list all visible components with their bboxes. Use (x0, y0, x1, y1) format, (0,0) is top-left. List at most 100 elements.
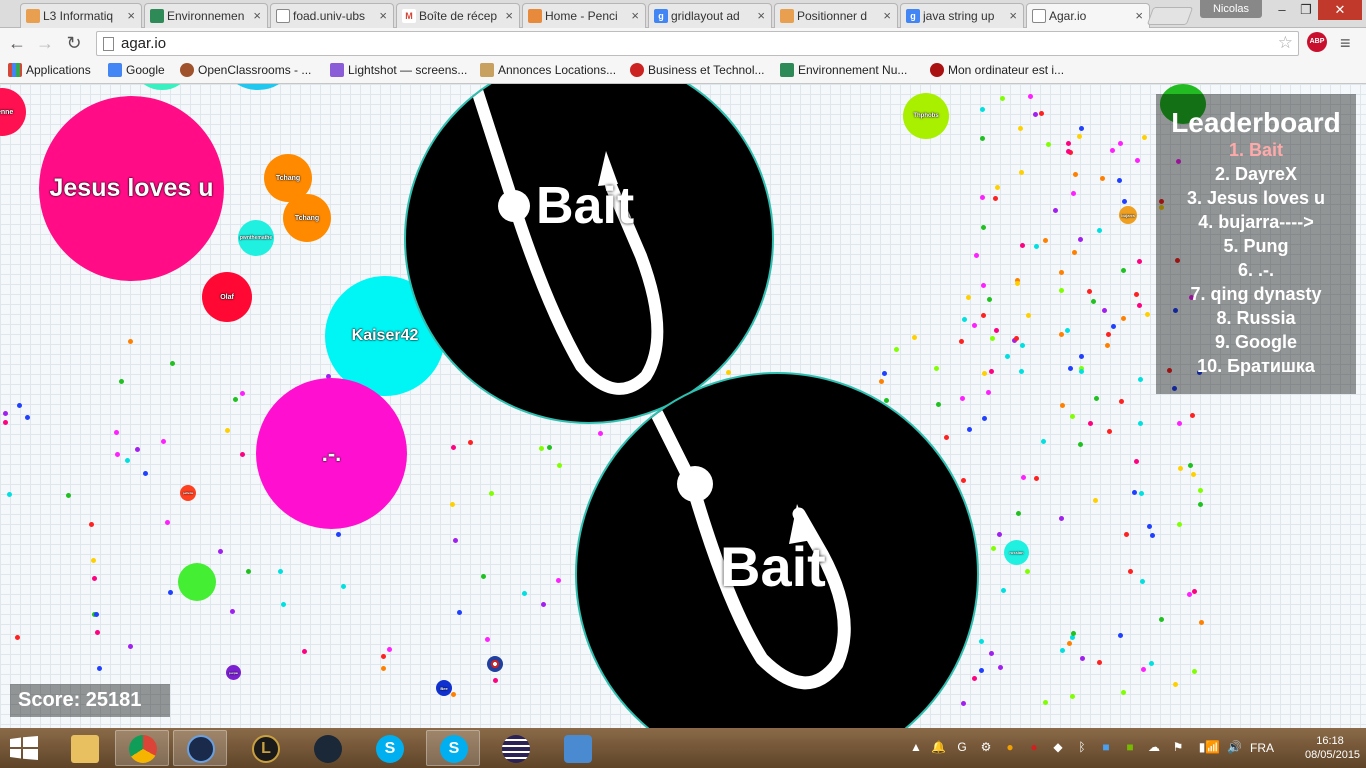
url-text[interactable]: agar.io (121, 35, 166, 52)
network-icon[interactable]: 📶 (1205, 740, 1220, 754)
close-icon[interactable]: × (757, 8, 765, 23)
food-pellet (1100, 176, 1105, 181)
cloud-icon[interactable]: ☁ (1147, 740, 1161, 754)
bookmark-lightshot[interactable]: Lightshot — screens... (330, 63, 467, 77)
bookmark-mon-ordinateur[interactable]: Mon ordinateur est i... (930, 63, 1064, 77)
taskbar-steam[interactable] (300, 730, 354, 766)
food-pellet (981, 283, 986, 288)
tab-home-penci[interactable]: Home - Penci × (522, 3, 646, 28)
food-pellet (959, 339, 964, 344)
g-app-icon[interactable]: G (955, 740, 969, 754)
bookmark-openclassrooms[interactable]: OpenClassrooms - ... (180, 63, 311, 77)
tab-agar-io[interactable]: Agar.io × (1026, 3, 1150, 28)
menu-icon[interactable]: ≡ (1340, 33, 1351, 54)
food-pellet (1079, 369, 1084, 374)
taskbar-league[interactable]: L (238, 730, 292, 766)
back-button[interactable]: ← (6, 32, 28, 54)
taskbar-skype-alt[interactable]: S (426, 730, 480, 766)
show-hidden-icons-icon[interactable]: ▲ (909, 740, 923, 754)
food-pellet (966, 295, 971, 300)
bookmark-applications[interactable]: Applications (8, 63, 91, 77)
food-pellet (995, 185, 1000, 190)
food-pellet (230, 609, 235, 614)
food-pellet (1020, 343, 1025, 348)
close-icon[interactable]: × (1135, 8, 1143, 23)
close-window-button[interactable]: ✕ (1318, 0, 1362, 20)
chrome-icon (129, 735, 157, 763)
food-pellet (246, 569, 251, 574)
forward-button[interactable]: → (34, 32, 56, 54)
taskbar-riot[interactable] (173, 730, 227, 766)
bookmark-annonces[interactable]: Annonces Locations... (480, 63, 616, 77)
bookmark-business[interactable]: Business et Technol... (630, 63, 765, 77)
tab-gridlayout[interactable]: g gridlayout ad × (648, 3, 772, 28)
badge-icon[interactable]: ● (1003, 740, 1017, 754)
food-pellet (1034, 244, 1039, 249)
tray-app-icon[interactable]: ⚙ (979, 740, 993, 754)
food-pellet (981, 225, 986, 230)
game-canvas[interactable]: bienne Jesus loves u Tchang Tchang pwnth… (0, 84, 1366, 728)
food-pellet (481, 574, 486, 579)
food-pellet (1111, 324, 1116, 329)
food-pellet (3, 411, 8, 416)
food-pellet (1190, 413, 1195, 418)
tab-l3-informatique[interactable]: L3 Informatiq × (20, 3, 142, 28)
food-pellet (1119, 399, 1124, 404)
food-pellet (998, 665, 1003, 670)
taskbar-home-app[interactable] (550, 730, 604, 766)
player-cell-small: pellette (180, 485, 196, 501)
new-tab-button[interactable] (1146, 7, 1194, 25)
player-cell-small: Bee (436, 680, 452, 696)
taskbar-eclipse[interactable] (488, 730, 542, 766)
taskbar-skype[interactable]: S (362, 730, 416, 766)
tab-gmail[interactable]: M Boîte de récep × (396, 3, 520, 28)
close-icon[interactable]: × (127, 8, 135, 23)
bookmark-star-icon[interactable]: ☆ (1278, 33, 1293, 53)
favicon-icon (780, 9, 794, 23)
profile-button[interactable]: Nicolas (1200, 0, 1262, 18)
food-pellet (979, 639, 984, 644)
tab-java-string[interactable]: g java string up × (900, 3, 1024, 28)
security-icon[interactable]: ◆ (1051, 740, 1065, 754)
site-icon (930, 63, 944, 77)
start-button[interactable] (10, 736, 38, 760)
bookmark-environnement[interactable]: Environnement Nu... (780, 63, 907, 77)
volume-icon[interactable]: 🔊 (1227, 740, 1242, 754)
food-pellet (89, 522, 94, 527)
notification-bell-icon[interactable]: 🔔 (931, 740, 946, 754)
food-pellet (135, 447, 140, 452)
clock[interactable]: 16:18 08/05/2015 (1305, 734, 1360, 762)
language-indicator[interactable]: FRA (1250, 741, 1274, 755)
minimize-button[interactable]: – (1270, 0, 1294, 20)
close-icon[interactable]: × (505, 8, 513, 23)
shield-icon[interactable]: ■ (1099, 740, 1113, 754)
taskbar-file-explorer[interactable] (57, 730, 111, 766)
tab-environnement[interactable]: Environnemen × (144, 3, 268, 28)
record-icon[interactable]: ● (1027, 740, 1041, 754)
food-pellet (165, 520, 170, 525)
food-pellet (1138, 377, 1143, 382)
close-icon[interactable]: × (1009, 8, 1017, 23)
food-pellet (1137, 259, 1142, 264)
food-pellet (233, 397, 238, 402)
food-pellet (541, 602, 546, 607)
nvidia-icon[interactable]: ■ (1123, 740, 1137, 754)
tab-positionner[interactable]: Positionner d × (774, 3, 898, 28)
leaderboard-entry: 10. Братишка (1197, 356, 1315, 376)
adblock-plus-icon[interactable]: ABP (1307, 32, 1327, 52)
close-icon[interactable]: × (379, 8, 387, 23)
close-icon[interactable]: × (631, 8, 639, 23)
bluetooth-icon[interactable]: ᛒ (1075, 740, 1089, 754)
flag-icon[interactable]: ⚑ (1171, 740, 1185, 754)
score-display: Score: 25181 (10, 684, 170, 717)
reload-button[interactable]: ↻ (63, 32, 85, 54)
food-pellet (1021, 475, 1026, 480)
address-bar[interactable]: agar.io ☆ (96, 31, 1299, 56)
maximize-button[interactable]: ❐ (1294, 0, 1318, 20)
bookmark-google[interactable]: Google (108, 63, 165, 77)
close-icon[interactable]: × (883, 8, 891, 23)
tab-foad[interactable]: foad.univ-ubs × (270, 3, 394, 28)
food-pellet (240, 452, 245, 457)
close-icon[interactable]: × (253, 8, 261, 23)
taskbar-chrome[interactable] (115, 730, 169, 766)
